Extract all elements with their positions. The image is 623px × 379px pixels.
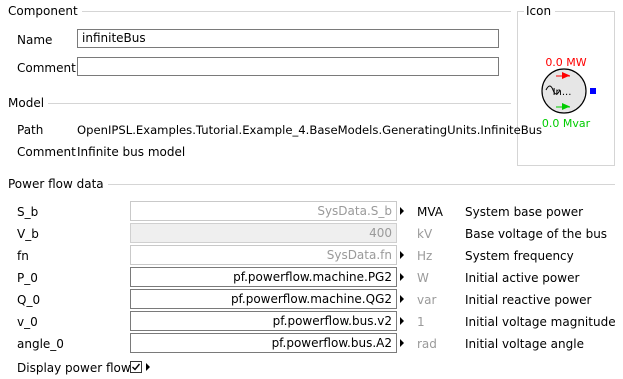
param-menu-arrow-fn[interactable]: [400, 251, 404, 259]
param-menu-arrow-angle_0[interactable]: [400, 339, 404, 347]
param-unit-v_b: kV: [417, 227, 433, 241]
param-name-q_0: Q_0: [17, 293, 41, 307]
param-desc-v_b: Base voltage of the bus: [465, 227, 608, 241]
component-heading: Component: [8, 4, 82, 18]
model-comment-label: Comment: [17, 145, 76, 159]
param-menu-arrow-v_0[interactable]: [400, 317, 404, 325]
param-unit-p_0: W: [417, 271, 429, 285]
model-comment-value: Infinite bus model: [77, 145, 186, 159]
param-menu-arrow-q_0[interactable]: [400, 295, 404, 303]
icon-center-text: In...: [553, 87, 572, 98]
param-unit-v_0: 1: [417, 315, 425, 329]
name-label: Name: [17, 33, 53, 47]
param-menu-arrow-p_0[interactable]: [400, 273, 404, 281]
checkmark-icon: [132, 363, 141, 371]
param-field-fn[interactable]: SysData.fn: [130, 245, 397, 265]
model-divider: [8, 103, 511, 104]
param-field-s_b[interactable]: SysData.S_b: [130, 201, 397, 221]
powerflow-heading: Power flow data: [8, 177, 108, 191]
param-name-p_0: P_0: [17, 271, 38, 285]
icon-bottom-text: 0.0 Mvar: [542, 117, 591, 130]
display-power-flow-checkbox[interactable]: [130, 361, 142, 373]
param-desc-v_0: Initial voltage magnitude: [465, 315, 616, 329]
param-name-fn: fn: [17, 249, 29, 263]
param-name-v_b: V_b: [17, 227, 39, 241]
param-unit-q_0: var: [417, 293, 437, 307]
icon-top-text: 0.0 MW: [545, 56, 586, 69]
icon-heading: Icon: [524, 4, 556, 18]
component-icon-preview[interactable]: 0.0 MW In... 0.0 Mvar: [532, 52, 602, 132]
param-desc-p_0: Initial active power: [465, 271, 580, 285]
display-power-flow-menu-arrow[interactable]: [146, 363, 150, 371]
comment-label: Comment: [17, 61, 76, 75]
path-label: Path: [17, 123, 44, 137]
param-unit-angle_0: rad: [417, 337, 437, 351]
param-unit-fn: Hz: [417, 249, 433, 263]
param-desc-s_b: System base power: [465, 205, 584, 219]
param-field-angle_0[interactable]: pf.powerflow.bus.A2: [130, 333, 397, 353]
component-divider: [8, 11, 511, 12]
path-value: OpenIPSL.Examples.Tutorial.Example_4.Bas…: [77, 123, 543, 137]
model-heading: Model: [8, 96, 49, 110]
param-field-v_b[interactable]: 400: [130, 223, 397, 243]
param-name-s_b: S_b: [17, 205, 39, 219]
comment-input[interactable]: [77, 57, 499, 76]
name-input[interactable]: infiniteBus: [77, 29, 499, 48]
param-desc-angle_0: Initial voltage angle: [465, 337, 584, 351]
display-power-flow-label: Display power flow:: [17, 361, 135, 375]
param-name-angle_0: angle_0: [17, 337, 64, 351]
param-desc-q_0: Initial reactive power: [465, 293, 592, 307]
param-name-v_0: v_0: [17, 315, 38, 329]
param-field-q_0[interactable]: pf.powerflow.machine.QG2: [130, 289, 397, 309]
param-field-p_0[interactable]: pf.powerflow.machine.PG2: [130, 267, 397, 287]
param-unit-s_b: MVA: [417, 205, 444, 219]
param-desc-fn: System frequency: [465, 249, 574, 263]
param-menu-arrow-s_b[interactable]: [400, 207, 404, 215]
infinite-bus-icon: 0.0 MW In... 0.0 Mvar: [541, 56, 596, 130]
param-field-v_0[interactable]: pf.powerflow.bus.v2: [130, 311, 397, 331]
